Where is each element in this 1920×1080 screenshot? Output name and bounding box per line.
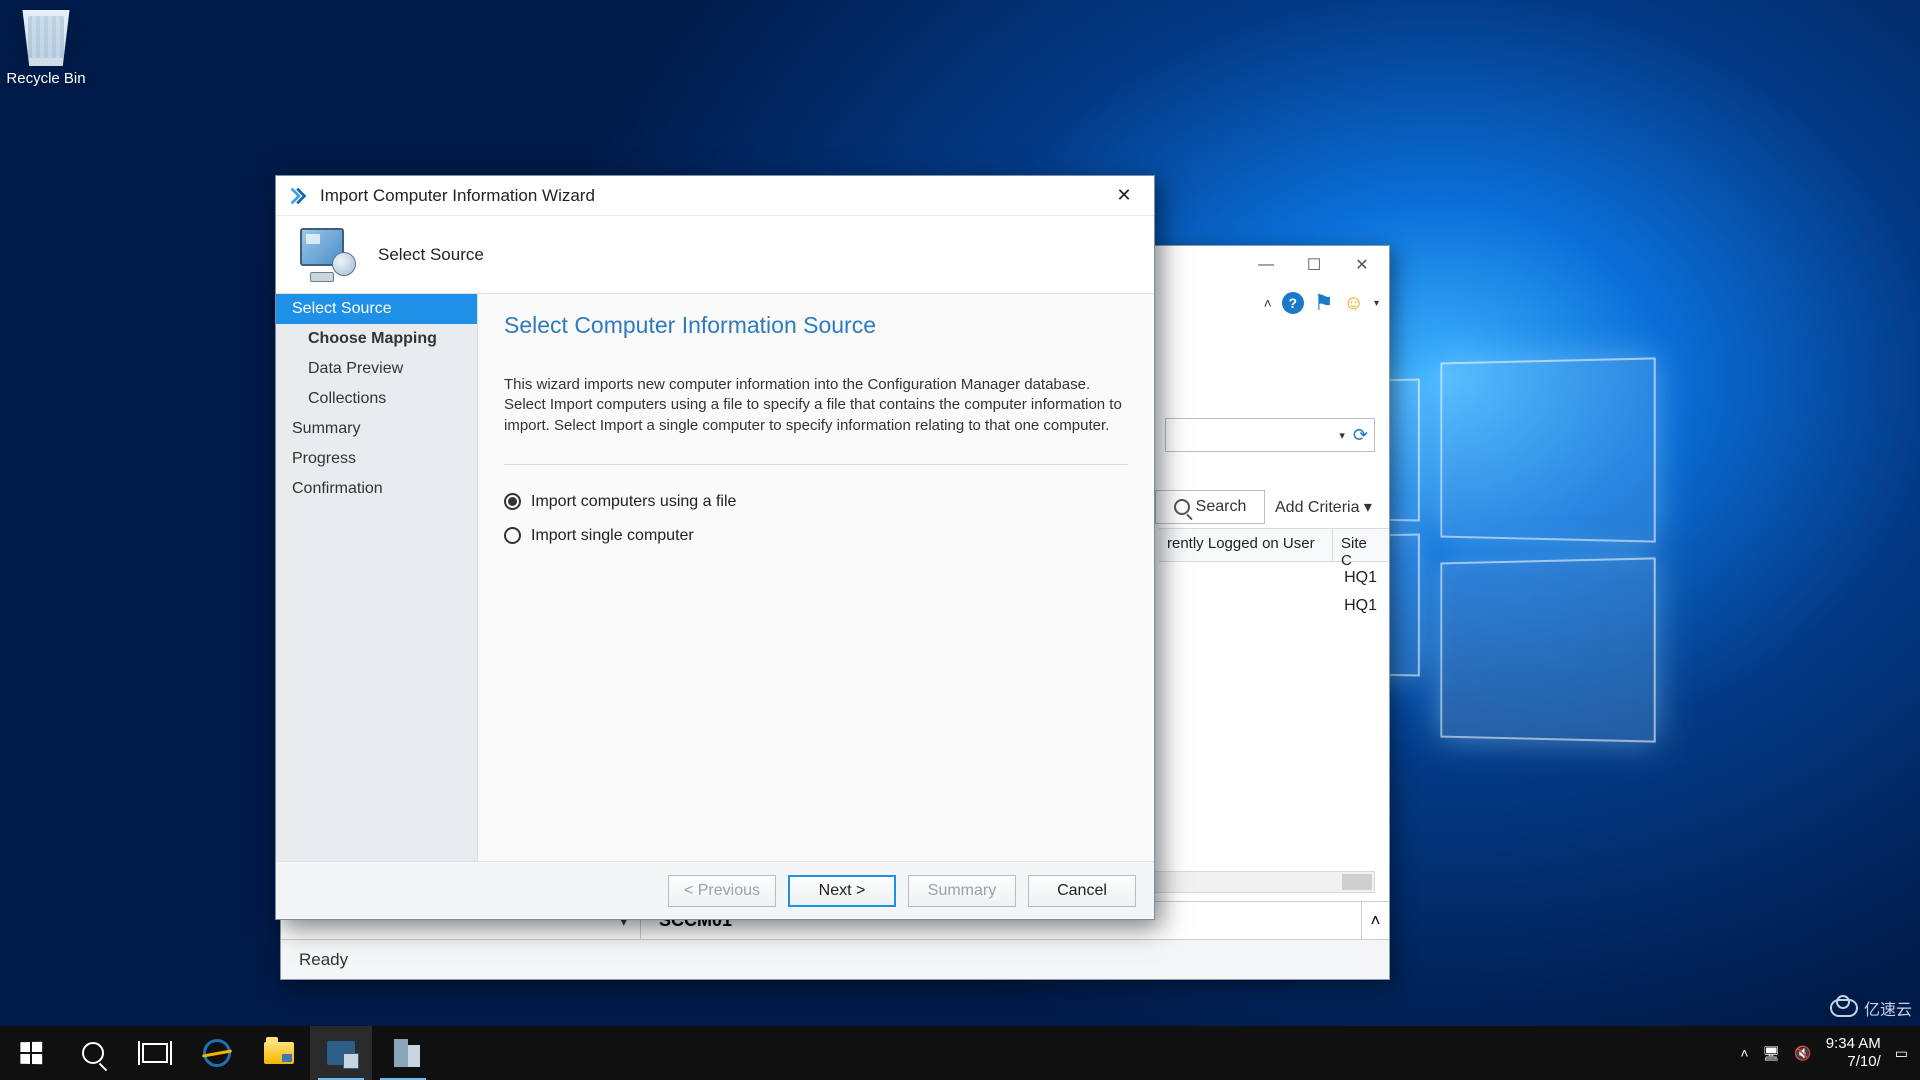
status-text: Ready xyxy=(299,950,348,970)
col-logged-on-user[interactable]: rently Logged on User xyxy=(1159,529,1333,561)
task-view-button[interactable] xyxy=(124,1026,186,1080)
bg-minimize-button[interactable]: — xyxy=(1243,250,1289,280)
taskbar-server-manager[interactable] xyxy=(372,1026,434,1080)
taskbar-clock[interactable]: 9:34 AM 7/10/ xyxy=(1826,1035,1881,1071)
radio-import-single-indicator xyxy=(504,527,521,544)
network-icon[interactable]: 🖥 xyxy=(1763,1045,1781,1062)
feedback-dropdown-icon[interactable]: ▾ xyxy=(1374,298,1379,309)
wizard-heading: Select Computer Information Source xyxy=(504,312,1128,339)
col-site-code[interactable]: Site C xyxy=(1333,529,1389,561)
scroll-up-button[interactable]: ˄ xyxy=(1361,902,1389,939)
taskbar: ˄ 🖥 🔇 9:34 AM 7/10/ ▭ xyxy=(0,1026,1920,1080)
bg-maximize-button[interactable]: ☐ xyxy=(1291,250,1337,280)
step-progress[interactable]: Progress xyxy=(276,444,477,474)
help-icon[interactable]: ? xyxy=(1282,292,1304,314)
chevron-up-icon[interactable]: ˄ xyxy=(1264,295,1272,311)
watermark: 亿速云 xyxy=(1830,996,1912,1020)
step-data-preview[interactable]: Data Preview xyxy=(276,354,477,384)
taskbar-search[interactable] xyxy=(62,1026,124,1080)
row2-site: HQ1 xyxy=(1344,592,1377,620)
system-tray: ˄ 🖥 🔇 9:34 AM 7/10/ ▭ xyxy=(1728,1026,1920,1080)
clock-time: 9:34 AM xyxy=(1826,1035,1881,1053)
step-collections[interactable]: Collections xyxy=(276,384,477,414)
row1-site: HQ1 xyxy=(1344,564,1377,592)
search-button-label: Search xyxy=(1196,498,1247,516)
wizard-button-row: < Previous Next > Summary Cancel xyxy=(276,861,1154,919)
divider xyxy=(504,464,1128,465)
results-site-values: HQ1 HQ1 xyxy=(1344,564,1377,620)
action-center-icon[interactable]: ▭ xyxy=(1895,1045,1908,1062)
feedback-smile-icon[interactable]: ☺ xyxy=(1344,292,1364,315)
step-select-source[interactable]: Select Source xyxy=(276,294,477,324)
results-header: rently Logged on User Site C xyxy=(1159,528,1389,562)
volume-icon[interactable]: 🔇 xyxy=(1794,1045,1811,1062)
tray-overflow-icon[interactable]: ˄ xyxy=(1740,1045,1748,1061)
radio-import-file[interactable]: Import computers using a file xyxy=(504,493,1128,511)
wizard-close-button[interactable]: ✕ xyxy=(1106,182,1142,210)
next-button[interactable]: Next > xyxy=(788,875,896,907)
radio-import-single[interactable]: Import single computer xyxy=(504,527,1128,545)
cancel-button[interactable]: Cancel xyxy=(1028,875,1136,907)
wizard-content: Select Computer Information Source This … xyxy=(478,294,1154,861)
previous-button: < Previous xyxy=(668,875,776,907)
wizard-app-icon xyxy=(288,185,310,207)
search-button[interactable]: Search xyxy=(1155,490,1265,524)
radio-import-file-label: Import computers using a file xyxy=(531,493,736,511)
radio-import-single-label: Import single computer xyxy=(531,527,694,545)
import-computer-wizard: Import Computer Information Wizard ✕ Sel… xyxy=(275,175,1155,920)
refresh-icon[interactable]: ⟳ xyxy=(1353,425,1368,446)
wizard-banner-label: Select Source xyxy=(378,245,484,265)
start-button[interactable] xyxy=(0,1026,62,1080)
search-icon xyxy=(1174,499,1190,515)
wizard-description: This wizard imports new computer informa… xyxy=(504,375,1128,436)
taskbar-file-explorer[interactable] xyxy=(248,1026,310,1080)
step-choose-mapping[interactable]: Choose Mapping xyxy=(276,324,477,354)
address-dropdown-icon[interactable]: ▾ xyxy=(1339,429,1345,442)
recycle-bin-label: Recycle Bin xyxy=(6,70,86,87)
wizard-title: Import Computer Information Wizard xyxy=(320,186,595,206)
wizard-step-list: Select Source Choose Mapping Data Previe… xyxy=(276,294,478,861)
recycle-bin[interactable]: Recycle Bin xyxy=(6,10,86,87)
horizontal-scrollbar[interactable] xyxy=(1145,871,1375,893)
cloud-icon xyxy=(1830,999,1858,1017)
add-criteria-button[interactable]: Add Criteria ▾ xyxy=(1275,497,1372,517)
wizard-titlebar[interactable]: Import Computer Information Wizard ✕ xyxy=(276,176,1154,216)
taskbar-ie[interactable] xyxy=(186,1026,248,1080)
summary-button: Summary xyxy=(908,875,1016,907)
flag-icon[interactable]: ⚑ xyxy=(1314,290,1334,316)
watermark-text: 亿速云 xyxy=(1864,996,1912,1020)
wizard-banner: Select Source xyxy=(276,216,1154,294)
clock-date: 7/10/ xyxy=(1826,1053,1881,1071)
status-bar: Ready xyxy=(281,939,1389,979)
step-summary[interactable]: Summary xyxy=(276,414,477,444)
taskbar-config-manager[interactable] xyxy=(310,1026,372,1080)
step-confirmation[interactable]: Confirmation xyxy=(276,474,477,504)
address-bar[interactable]: ▾ ⟳ xyxy=(1165,418,1375,452)
computer-icon xyxy=(296,228,356,282)
recycle-bin-icon xyxy=(18,10,74,66)
radio-import-file-indicator xyxy=(504,493,521,510)
bg-close-button[interactable]: ✕ xyxy=(1339,250,1385,280)
